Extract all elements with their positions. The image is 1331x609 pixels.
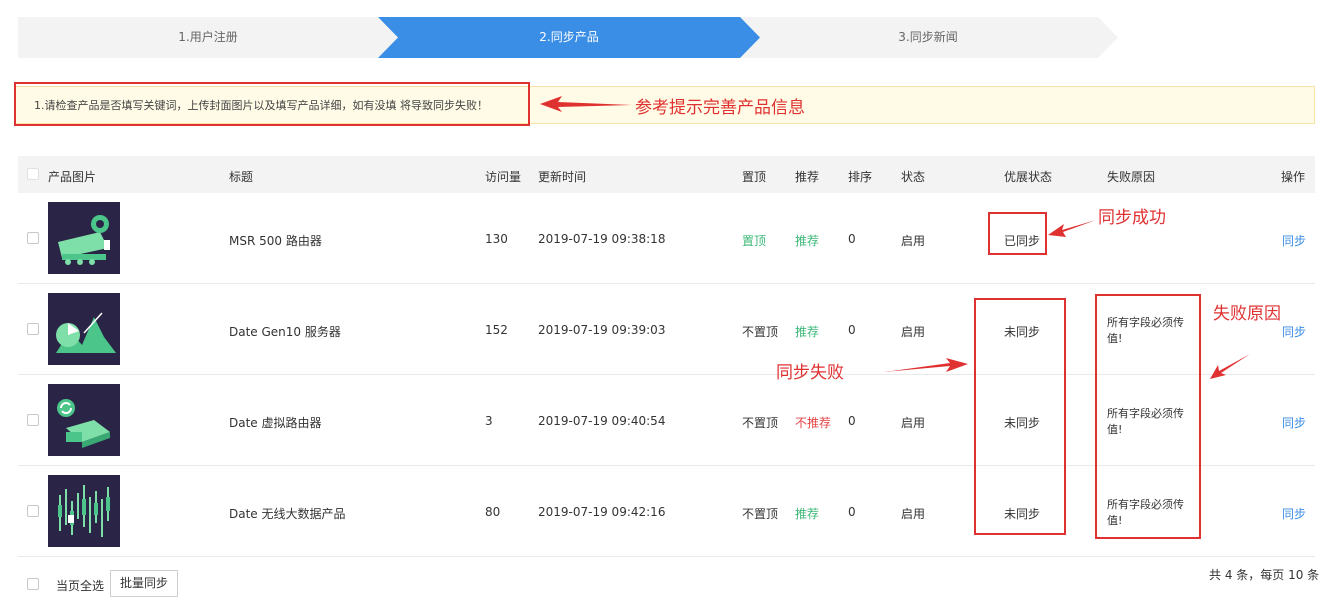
annotation-success: 同步成功	[1098, 208, 1166, 228]
row-visits: 152	[485, 323, 508, 337]
row-updated: 2019-07-19 09:38:18	[538, 232, 666, 246]
product-thumbnail	[48, 202, 120, 274]
row-recommend-toggle[interactable]: 推荐	[795, 232, 819, 249]
row-visits: 130	[485, 232, 508, 246]
row-updated: 2019-07-19 09:39:03	[538, 323, 666, 337]
annotation-hint: 参考提示完善产品信息	[635, 98, 805, 118]
row-sort: 0	[848, 232, 856, 246]
row-checkbox[interactable]	[27, 323, 39, 335]
row-updated: 2019-07-19 09:42:16	[538, 505, 666, 519]
row-title: Date 无线大数据产品	[229, 507, 346, 521]
row-title: Date 虚拟路由器	[229, 416, 322, 430]
row-sort: 0	[848, 505, 856, 519]
select-all-label: 当页全选	[56, 579, 105, 593]
notice-highlight-box	[14, 82, 530, 126]
fail-reason-highlight-box	[1095, 294, 1201, 539]
data-bars-image-icon	[58, 485, 110, 537]
step-register-label: 1.用户注册	[178, 30, 238, 44]
annotation-fail-reason: 失败原因	[1213, 304, 1281, 324]
product-thumbnail	[48, 293, 120, 365]
header-top: 置顶	[742, 170, 767, 184]
row-sort: 0	[848, 414, 856, 428]
step-sync-news[interactable]: 3.同步新闻	[738, 17, 1118, 58]
row-status: 启用	[901, 325, 926, 339]
row-divider	[18, 283, 1315, 284]
success-arrow-icon	[1048, 220, 1096, 237]
row-visits: 80	[485, 505, 501, 519]
pagination-info: 共 4 条，每页 10 条	[1209, 568, 1320, 582]
sync-button[interactable]: 同步	[1282, 505, 1306, 522]
header-sync-status: 优展状态	[1004, 170, 1053, 184]
header-recommend: 推荐	[795, 170, 820, 184]
step-sync-products[interactable]: 2.同步产品	[378, 17, 760, 58]
row-visits: 3	[485, 414, 493, 428]
sync-button[interactable]: 同步	[1282, 414, 1306, 431]
product-thumbnail	[48, 384, 120, 456]
sync-button[interactable]: 同步	[1282, 232, 1306, 249]
row-top-toggle[interactable]: 不置顶	[742, 323, 778, 340]
row-top-toggle[interactable]: 置顶	[742, 232, 766, 249]
server-chart-image-icon	[56, 312, 116, 353]
row-recommend-toggle[interactable]: 不推荐	[795, 414, 831, 431]
fail-status-highlight-box	[974, 298, 1066, 535]
row-checkbox[interactable]	[27, 505, 39, 517]
batch-sync-button[interactable]: 批量同步	[110, 570, 178, 597]
row-status: 启用	[901, 416, 926, 430]
step-sync-news-label: 3.同步新闻	[898, 30, 958, 44]
step-sync-products-label: 2.同步产品	[539, 30, 599, 44]
header-updated: 更新时间	[538, 170, 587, 184]
sync-button[interactable]: 同步	[1282, 323, 1306, 340]
header-fail-reason: 失败原因	[1107, 170, 1156, 184]
header-title: 标题	[229, 170, 254, 184]
header-visits: 访问量	[485, 170, 522, 184]
row-top-toggle[interactable]: 不置顶	[742, 414, 778, 431]
row-recommend-toggle[interactable]: 推荐	[795, 505, 819, 522]
virtual-router-image-icon	[57, 399, 110, 448]
annotation-fail: 同步失败	[776, 363, 844, 383]
hint-arrow-icon	[540, 96, 632, 112]
row-status: 启用	[901, 234, 926, 248]
router-image-icon	[58, 215, 110, 265]
step-register[interactable]: 1.用户注册	[18, 17, 398, 58]
success-highlight-box	[988, 212, 1047, 255]
row-updated: 2019-07-19 09:40:54	[538, 414, 666, 428]
header-image: 产品图片	[48, 170, 97, 184]
select-all-checkbox[interactable]	[27, 578, 39, 590]
row-recommend-toggle[interactable]: 推荐	[795, 323, 819, 340]
fail-arrow-icon	[884, 358, 968, 372]
fail-reason-arrow-icon	[1210, 354, 1250, 379]
row-status: 启用	[901, 507, 926, 521]
header-status: 状态	[901, 170, 926, 184]
row-top-toggle[interactable]: 不置顶	[742, 505, 778, 522]
row-checkbox[interactable]	[27, 414, 39, 426]
header-sort: 排序	[848, 170, 873, 184]
step-progress: 1.用户注册 3.同步新闻 2.同步产品	[18, 17, 1118, 58]
header-checkbox[interactable]	[27, 168, 39, 180]
row-divider	[18, 556, 1315, 557]
row-sort: 0	[848, 323, 856, 337]
row-title: MSR 500 路由器	[229, 234, 322, 248]
row-checkbox[interactable]	[27, 232, 39, 244]
header-action: 操作	[1281, 170, 1306, 184]
row-title: Date Gen10 服务器	[229, 325, 341, 339]
product-thumbnail	[48, 475, 120, 547]
